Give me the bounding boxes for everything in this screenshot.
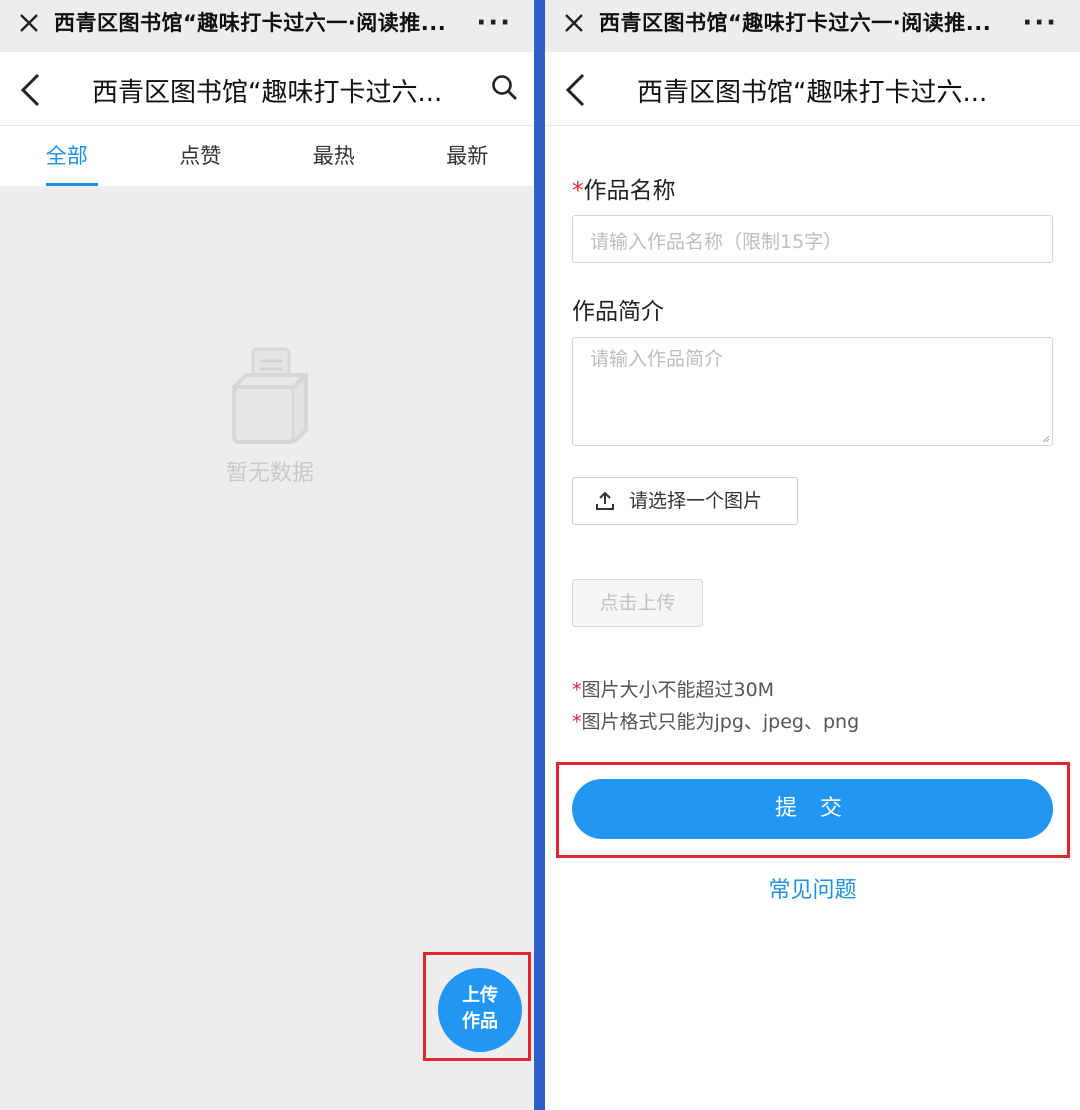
- size-note: *图片大小不能超过30M: [572, 679, 775, 701]
- close-icon[interactable]: [14, 8, 44, 38]
- empty-box-icon: [232, 347, 308, 444]
- empty-text: 暂无数据: [225, 461, 314, 486]
- browser-title: 西青区图书馆“趣味打卡过六一·阅读推...: [599, 11, 992, 35]
- page-title: 西青区图书馆“趣味打卡过六...: [637, 78, 988, 108]
- page-header: 西青区图书馆“趣味打卡过六...: [0, 52, 534, 126]
- intro-placeholder: 请输入作品简介: [590, 348, 724, 370]
- close-icon[interactable]: [559, 8, 589, 38]
- intro-label: 作品简介: [572, 299, 664, 325]
- click-upload-button[interactable]: 点击上传: [572, 579, 703, 627]
- faq-link[interactable]: 常见问题: [545, 872, 1080, 904]
- browser-topbar: 西青区图书馆“趣味打卡过六一·阅读推... ···: [0, 0, 534, 52]
- back-icon[interactable]: [563, 72, 589, 108]
- right-screen: 西青区图书馆“趣味打卡过六一·阅读推... ··· 西青区图书馆“趣味打卡过六.…: [545, 0, 1080, 1110]
- search-icon[interactable]: [490, 73, 520, 103]
- tab-bar: 全部 点赞 最热 最新: [0, 126, 534, 186]
- upload-icon: [596, 491, 614, 510]
- back-icon[interactable]: [18, 72, 44, 108]
- highlight-box: [556, 762, 1070, 858]
- page-header: 西青区图书馆“趣味打卡过六...: [545, 52, 1080, 126]
- resize-handle-icon[interactable]: [1042, 435, 1050, 443]
- name-input[interactable]: 请输入作品名称（限制15字）: [572, 215, 1053, 263]
- intro-textarea[interactable]: 请输入作品简介: [572, 337, 1053, 446]
- format-note: *图片格式只能为jpg、jpeg、png: [572, 711, 860, 733]
- page-title: 西青区图书馆“趣味打卡过六...: [92, 78, 443, 108]
- tab-all[interactable]: 全部: [0, 126, 134, 186]
- name-label-text: 作品名称: [583, 178, 676, 204]
- choose-image-button[interactable]: 请选择一个图片: [572, 477, 798, 525]
- highlight-box: [423, 952, 531, 1061]
- browser-title: 西青区图书馆“趣味打卡过六一·阅读推...: [54, 11, 447, 35]
- name-label: *作品名称: [572, 171, 676, 205]
- more-icon[interactable]: ···: [1022, 8, 1058, 38]
- more-icon[interactable]: ···: [476, 8, 512, 38]
- left-screen: 西青区图书馆“趣味打卡过六一·阅读推... ··· 西青区图书馆“趣味打卡过六.…: [0, 0, 534, 1110]
- name-placeholder: 请输入作品名称（限制15字）: [590, 231, 843, 253]
- tab-likes[interactable]: 点赞: [134, 126, 268, 186]
- choose-image-label: 请选择一个图片: [629, 490, 763, 512]
- browser-topbar: 西青区图书馆“趣味打卡过六一·阅读推... ···: [545, 0, 1080, 52]
- tab-hottest[interactable]: 最热: [267, 126, 401, 186]
- empty-state: 暂无数据: [195, 345, 345, 487]
- tab-newest[interactable]: 最新: [401, 126, 535, 186]
- required-mark: *: [572, 178, 584, 204]
